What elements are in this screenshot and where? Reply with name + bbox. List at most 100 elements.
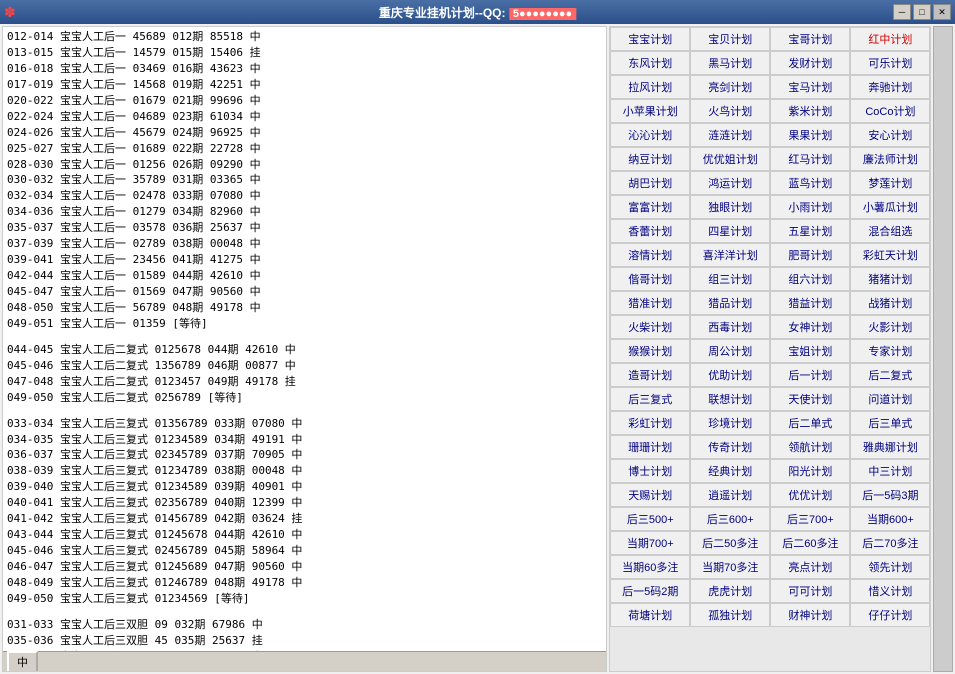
plan-button[interactable]: 后二70多注: [850, 531, 930, 555]
plan-button[interactable]: 火影计划: [850, 315, 930, 339]
status-button[interactable]: 中: [7, 651, 38, 673]
plan-button[interactable]: 当期700+: [610, 531, 690, 555]
plan-button[interactable]: 荷塘计划: [610, 603, 690, 627]
plan-button[interactable]: 优助计划: [690, 363, 770, 387]
plan-button[interactable]: 雅典娜计划: [850, 435, 930, 459]
plan-button[interactable]: 虎虎计划: [690, 579, 770, 603]
plan-button[interactable]: 涟涟计划: [690, 123, 770, 147]
plan-button[interactable]: 后一5码2期: [610, 579, 690, 603]
plan-button[interactable]: 宝哥计划: [770, 27, 850, 51]
plan-button[interactable]: 后三复式: [610, 387, 690, 411]
plan-button[interactable]: 后三500+: [610, 507, 690, 531]
plan-button[interactable]: 紫米计划: [770, 99, 850, 123]
close-button[interactable]: ✕: [933, 4, 951, 20]
plan-button[interactable]: 蓝鸟计划: [770, 171, 850, 195]
plan-button[interactable]: 当期70多注: [690, 555, 770, 579]
plan-button[interactable]: 鸿运计划: [690, 171, 770, 195]
plan-button[interactable]: 当期60多注: [610, 555, 690, 579]
plan-button[interactable]: 四星计划: [690, 219, 770, 243]
plan-button[interactable]: 后三600+: [690, 507, 770, 531]
minimize-button[interactable]: ─: [893, 4, 911, 20]
plan-button[interactable]: 猎益计划: [770, 291, 850, 315]
plan-button[interactable]: 猎品计划: [690, 291, 770, 315]
plan-button[interactable]: 溶情计划: [610, 243, 690, 267]
plan-button[interactable]: 肥哥计划: [770, 243, 850, 267]
plan-button[interactable]: 仔仔计划: [850, 603, 930, 627]
plan-button[interactable]: 黑马计划: [690, 51, 770, 75]
plan-button[interactable]: 火鸟计划: [690, 99, 770, 123]
plan-button[interactable]: 混合组选: [850, 219, 930, 243]
plan-button[interactable]: 胡巴计划: [610, 171, 690, 195]
plan-button[interactable]: 孤独计划: [690, 603, 770, 627]
plan-button[interactable]: 天赐计划: [610, 483, 690, 507]
plan-button[interactable]: 领先计划: [850, 555, 930, 579]
plan-button[interactable]: 周公计划: [690, 339, 770, 363]
plan-button[interactable]: 猴猴计划: [610, 339, 690, 363]
maximize-button[interactable]: □: [913, 4, 931, 20]
plan-button[interactable]: 宝马计划: [770, 75, 850, 99]
plan-button[interactable]: 可可计划: [770, 579, 850, 603]
plan-button[interactable]: 后二单式: [770, 411, 850, 435]
plan-button[interactable]: 发财计划: [770, 51, 850, 75]
plan-button[interactable]: 珊珊计划: [610, 435, 690, 459]
plan-button[interactable]: 联想计划: [690, 387, 770, 411]
plan-button[interactable]: 后二50多注: [690, 531, 770, 555]
plan-button[interactable]: 亮点计划: [770, 555, 850, 579]
plan-button[interactable]: 传奇计划: [690, 435, 770, 459]
plan-button[interactable]: 猪猪计划: [850, 267, 930, 291]
plan-button[interactable]: 后三单式: [850, 411, 930, 435]
plan-button[interactable]: 彩虹计划: [610, 411, 690, 435]
plan-button[interactable]: 惜义计划: [850, 579, 930, 603]
plan-button[interactable]: 后一计划: [770, 363, 850, 387]
plan-button[interactable]: 纳豆计划: [610, 147, 690, 171]
plan-button[interactable]: CoCo计划: [850, 99, 930, 123]
plan-button[interactable]: 战猪计划: [850, 291, 930, 315]
plan-button[interactable]: 组三计划: [690, 267, 770, 291]
plan-button[interactable]: 阳光计划: [770, 459, 850, 483]
content-scroll-area[interactable]: 012-014 宝宝人工后一 45689 012期 85518 中013-015…: [3, 27, 606, 671]
plan-button[interactable]: 小苹果计划: [610, 99, 690, 123]
plan-button[interactable]: 东风计划: [610, 51, 690, 75]
plan-button[interactable]: 女神计划: [770, 315, 850, 339]
plan-button[interactable]: 西毒计划: [690, 315, 770, 339]
plan-button[interactable]: 问道计划: [850, 387, 930, 411]
plan-button[interactable]: 优优计划: [770, 483, 850, 507]
plan-button[interactable]: 宝姐计划: [770, 339, 850, 363]
plan-button[interactable]: 五星计划: [770, 219, 850, 243]
plan-button[interactable]: 后三700+: [770, 507, 850, 531]
plan-button[interactable]: 喜洋洋计划: [690, 243, 770, 267]
plan-button[interactable]: 宝贝计划: [690, 27, 770, 51]
plan-button[interactable]: 小薯瓜计划: [850, 195, 930, 219]
plan-button[interactable]: 沁沁计划: [610, 123, 690, 147]
plan-button[interactable]: 香蕾计划: [610, 219, 690, 243]
plan-button[interactable]: 后二60多注: [770, 531, 850, 555]
plan-button[interactable]: 财神计划: [770, 603, 850, 627]
plan-button[interactable]: 亮剑计划: [690, 75, 770, 99]
plan-button[interactable]: 组六计划: [770, 267, 850, 291]
plan-button[interactable]: 当期600+: [850, 507, 930, 531]
plan-button[interactable]: 专家计划: [850, 339, 930, 363]
plan-button[interactable]: 火柴计划: [610, 315, 690, 339]
plan-button[interactable]: 果果计划: [770, 123, 850, 147]
plan-button[interactable]: 宝宝计划: [610, 27, 690, 51]
plan-button[interactable]: 拉风计划: [610, 75, 690, 99]
plan-button[interactable]: 天使计划: [770, 387, 850, 411]
plan-button[interactable]: 安心计划: [850, 123, 930, 147]
plan-button[interactable]: 猎准计划: [610, 291, 690, 315]
plan-button[interactable]: 梦莲计划: [850, 171, 930, 195]
plan-button[interactable]: 廉法师计划: [850, 147, 930, 171]
plan-button[interactable]: 逍遥计划: [690, 483, 770, 507]
plan-button[interactable]: 奔驰计划: [850, 75, 930, 99]
plan-button[interactable]: 偕哥计划: [610, 267, 690, 291]
plan-button[interactable]: 造哥计划: [610, 363, 690, 387]
plan-button[interactable]: 红马计划: [770, 147, 850, 171]
plan-button[interactable]: 优优姐计划: [690, 147, 770, 171]
plan-button[interactable]: 红中计划: [850, 27, 930, 51]
plan-button[interactable]: 博士计划: [610, 459, 690, 483]
plan-button[interactable]: 富富计划: [610, 195, 690, 219]
plan-button[interactable]: 彩虹天计划: [850, 243, 930, 267]
plan-button[interactable]: 中三计划: [850, 459, 930, 483]
plan-button[interactable]: 可乐计划: [850, 51, 930, 75]
plan-button[interactable]: 后二复式: [850, 363, 930, 387]
plan-button[interactable]: 领航计划: [770, 435, 850, 459]
